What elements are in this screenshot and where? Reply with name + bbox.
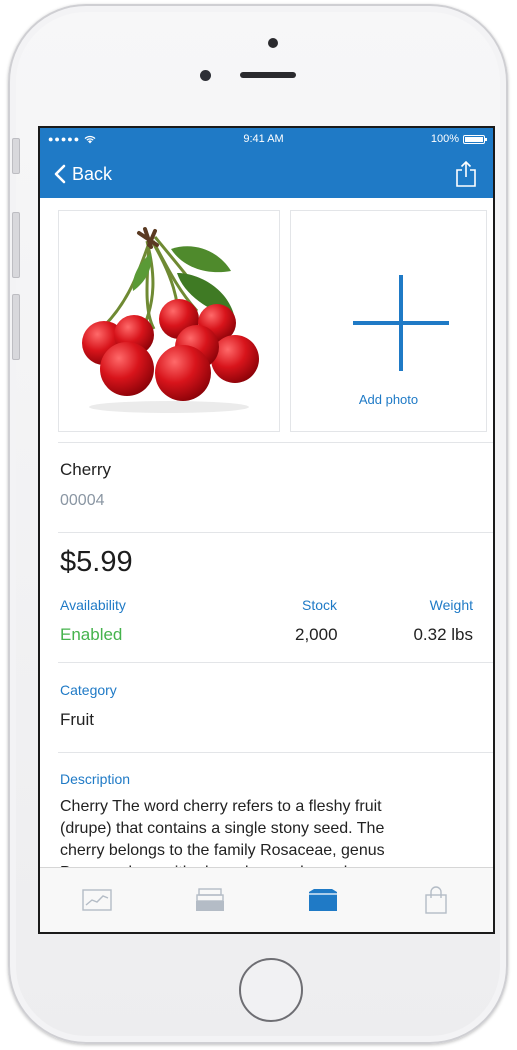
weight-label: Weight [429,597,473,613]
earpiece-speaker [240,72,296,78]
availability-value: Enabled [60,625,123,644]
photo-gallery: Add photo [58,210,487,432]
signal-icon: ●●●●● [48,134,81,144]
battery-area: 100% [430,133,487,145]
availability-label: Availability [60,597,126,613]
battery-percent: 100% [430,133,459,145]
add-photo-label: Add photo [358,392,419,407]
home-button[interactable] [239,958,303,1022]
status-time: 9:41 AM [243,133,284,145]
back-label: Back [72,163,113,184]
tab-cart[interactable] [406,880,466,920]
volume-down-button [12,294,20,360]
box-icon [309,889,338,911]
product-price: $5.99 [60,546,133,578]
front-camera [200,70,211,81]
navigation-bar: Back [40,150,493,198]
product-name: Cherry [60,460,112,479]
volume-up-button [12,212,20,278]
wifi-icon [84,135,96,143]
share-icon [456,160,476,187]
stock-value: 2,000 [295,625,338,644]
chevron-left-icon [54,164,66,184]
add-photo-button[interactable]: Add photo [290,210,487,432]
shopping-bag-icon [425,886,448,914]
product-sku: 00004 [60,492,105,509]
product-photo[interactable] [58,210,280,432]
share-button[interactable] [455,160,477,188]
description-text: Cherry The word cherry refers to a flesh… [60,798,385,870]
back-button[interactable]: Back [54,164,112,185]
tab-dashboard[interactable] [67,880,127,920]
signal-area: ●●●●● [48,134,96,144]
divider [58,662,493,663]
battery-level [465,136,483,142]
tab-products[interactable] [293,880,353,920]
battery-icon [463,134,487,144]
weight-value: 0.32 lbs [413,625,473,644]
chart-icon [81,889,112,911]
tab-bar [40,867,493,932]
plus-icon [353,275,449,371]
product-detail: Add photo Cherry 00004 $5.99 Availabilit… [40,198,493,870]
category-value: Fruit [60,710,94,729]
app-screen: ●●●●● 9:41 AM 100% Back Add photo Cherry… [38,126,495,934]
divider [58,442,493,443]
cherry-image [82,227,259,413]
proximity-sensor [268,38,278,48]
mute-switch [12,138,20,174]
status-bar: ●●●●● 9:41 AM 100% [40,128,493,150]
tab-orders[interactable] [180,880,240,920]
divider [58,752,493,753]
divider [58,532,493,533]
category-label: Category [60,682,117,698]
stock-label: Stock [302,597,338,613]
description-label: Description [60,771,131,787]
inbox-tray-icon [195,888,224,911]
